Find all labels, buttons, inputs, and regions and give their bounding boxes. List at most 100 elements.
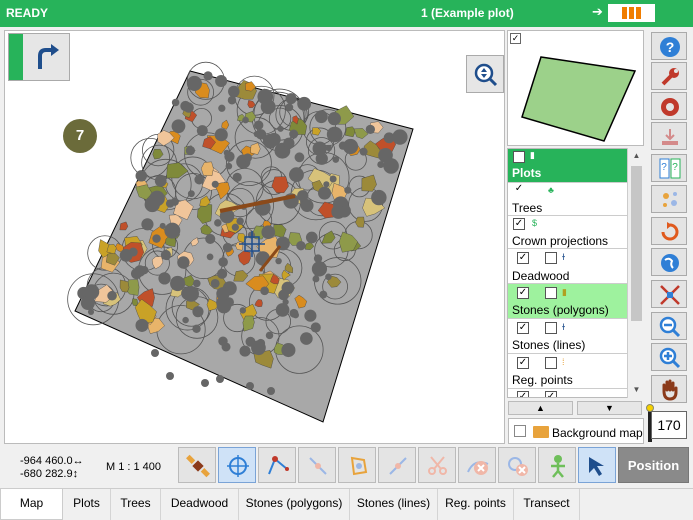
layer-up-button[interactable]: ▲ [508, 401, 573, 415]
cut-button[interactable] [418, 447, 456, 483]
delete-point-button[interactable] [498, 447, 536, 483]
gps-button[interactable] [178, 447, 216, 483]
tree-point [228, 85, 240, 98]
tree-point [149, 190, 165, 207]
center-button[interactable] [218, 447, 256, 483]
layer-checkbox[interactable]: ✓ [517, 252, 529, 264]
tab-stones-polygons[interactable]: Stones (polygons) [239, 489, 350, 520]
move-vertex-button[interactable] [298, 447, 336, 483]
layer-trees[interactable]: ✓ ♣ Trees [508, 183, 628, 216]
tree-point [326, 126, 343, 143]
background-map-checkbox[interactable] [514, 425, 526, 437]
tree-point [170, 275, 186, 292]
tab-trees[interactable]: Trees [111, 489, 161, 520]
layer-stones-polygons[interactable]: ✓ ▮ Stones (polygons) [508, 284, 628, 319]
tree-point [239, 307, 247, 314]
scroll-down-icon[interactable]: ▼ [628, 382, 645, 398]
tab-transect[interactable]: Transect [514, 489, 580, 520]
layer-down-button[interactable]: ▼ [577, 401, 642, 415]
tree-point [377, 161, 385, 169]
zoom-level[interactable]: 170 [651, 411, 687, 439]
edit-polygon-button[interactable] [338, 447, 376, 483]
select-button[interactable] [578, 447, 616, 483]
delete-button[interactable] [458, 447, 496, 483]
layer-stones-lines[interactable]: ✓ ɫ Stones (lines) [508, 319, 628, 354]
tab-map[interactable]: Map [0, 489, 63, 520]
layer-checkbox[interactable]: ✓ [513, 218, 525, 230]
zoom-extent-button[interactable] [466, 55, 504, 93]
layer-checkbox[interactable]: ✓ [517, 287, 529, 299]
import-button[interactable] [651, 122, 687, 150]
layer-checkbox[interactable]: ✓ [513, 151, 525, 163]
layer-checkbox-2[interactable] [545, 322, 557, 334]
tree-point [305, 231, 318, 244]
globe-button[interactable] [651, 248, 687, 276]
layer-checkbox-2[interactable] [545, 252, 557, 264]
overview-checkbox[interactable]: ✓ [510, 33, 521, 44]
settings-wrench-button[interactable] [651, 62, 687, 90]
plot-map[interactable] [5, 31, 505, 444]
layer-transect[interactable]: ✓ ✓ [508, 389, 628, 397]
layer-list: ✓ ▮ Plots ✓ ♣ Trees ✓ $ Crown projection… [507, 148, 644, 398]
tree-point [253, 130, 260, 138]
scroll-thumb[interactable] [631, 166, 642, 321]
person-button[interactable] [538, 447, 576, 483]
tree-point [277, 125, 284, 132]
tree-point [392, 129, 408, 145]
layer-checkbox-2[interactable] [545, 357, 557, 369]
gear-button[interactable] [651, 92, 687, 120]
layer-checkbox[interactable]: ✓ [517, 357, 529, 369]
tree-point [205, 233, 216, 244]
undo-button[interactable] [8, 33, 70, 81]
tree-point [323, 181, 330, 188]
layer-checkbox[interactable]: ✓ [517, 322, 529, 334]
layer-plots[interactable]: ✓ ▮ Plots [508, 149, 628, 183]
zoom-out-button[interactable] [651, 312, 687, 340]
fit-extent-button[interactable] [651, 280, 687, 308]
tree-point [216, 299, 232, 314]
tree-point [232, 172, 242, 182]
layer-checkbox-2[interactable]: ✓ [545, 391, 557, 397]
arrow-icon[interactable]: ➔ [592, 4, 603, 20]
tab-stones-lines[interactable]: Stones (lines) [350, 489, 438, 520]
background-map-row[interactable]: Background map [508, 418, 644, 444]
tree-point [283, 137, 295, 149]
tab-reg-points[interactable]: Reg. points [438, 489, 514, 520]
zoom-in-button[interactable] [651, 343, 687, 371]
layer-deadwood[interactable]: ✓ ɫ Deadwood [508, 249, 628, 284]
background-map-label: Background map [552, 426, 643, 440]
refresh-button[interactable] [651, 217, 687, 245]
tree-point [196, 125, 208, 137]
tree-point [251, 340, 266, 356]
tree-point [216, 375, 224, 383]
layer-checkbox-2[interactable] [545, 287, 557, 299]
overview-map[interactable]: ✓ [507, 30, 644, 146]
tree-point [119, 248, 133, 262]
sparkle-button[interactable] [651, 185, 687, 213]
tab-deadwood[interactable]: Deadwood [161, 489, 239, 520]
help-dialog-button[interactable]: ?? [651, 154, 687, 182]
layer-scrollbar[interactable]: ▲ ▼ [627, 148, 644, 398]
tree-point [338, 141, 348, 150]
pan-button[interactable] [651, 375, 687, 403]
reg-point-icon: ⁞ [562, 357, 565, 367]
split-button[interactable] [378, 447, 416, 483]
add-vertex-button[interactable] [258, 447, 296, 483]
svg-text:?: ? [666, 39, 675, 55]
map-canvas[interactable]: 7 [4, 30, 505, 444]
layer-checkbox[interactable]: ✓ [517, 391, 529, 397]
position-button[interactable]: Position [618, 447, 689, 483]
tab-plots[interactable]: Plots [63, 489, 111, 520]
tree-point [130, 268, 143, 280]
layer-crown-projections[interactable]: ✓ $ Crown projections [508, 216, 628, 249]
tree-point [292, 311, 299, 319]
tree-point [215, 74, 228, 87]
tree-point [261, 225, 276, 240]
help-icon: ? [660, 37, 680, 57]
scroll-up-icon[interactable]: ▲ [628, 148, 645, 164]
layer-reg-points[interactable]: ✓ ⁞ Reg. points [508, 354, 628, 389]
help-button[interactable]: ? [651, 32, 687, 60]
layer-checkbox[interactable]: ✓ [513, 184, 525, 196]
flag-icon[interactable] [608, 4, 655, 22]
tab-bar: Map Plots Trees Deadwood Stones (polygon… [0, 488, 693, 520]
